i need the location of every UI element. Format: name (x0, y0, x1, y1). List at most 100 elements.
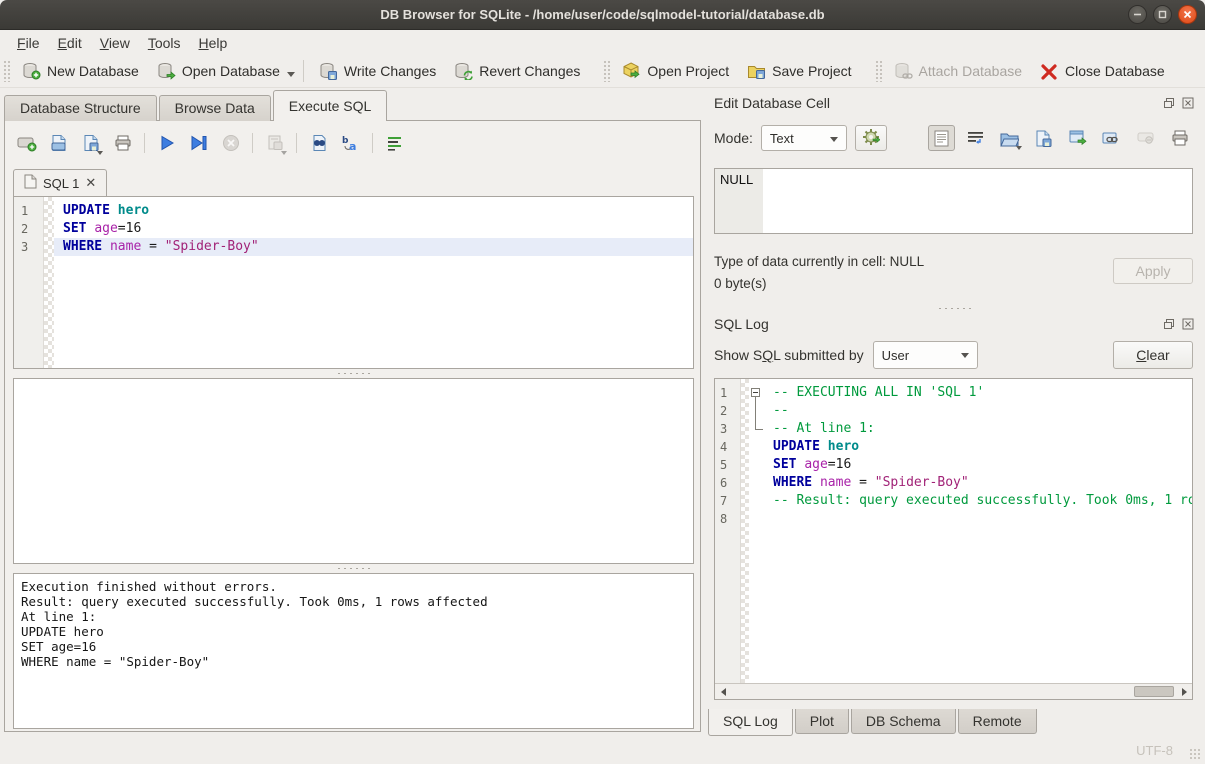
titlebar[interactable]: DB Browser for SQLite - /home/user/code/… (0, 0, 1205, 30)
results-log-splitter[interactable] (5, 564, 700, 573)
word-wrap-button[interactable] (381, 130, 408, 156)
print-button[interactable] (109, 130, 136, 156)
menu-help[interactable]: Help (190, 33, 237, 53)
attach-database-button[interactable]: Attach Database (885, 58, 1032, 84)
tab-remote[interactable]: Remote (958, 709, 1037, 734)
menu-edit[interactable]: Edit (49, 33, 91, 53)
float-dock-icon[interactable] (1162, 96, 1176, 110)
toolbar-drag-handle[interactable] (603, 60, 610, 82)
new-database-button[interactable]: New Database (13, 58, 148, 84)
fold-marker[interactable] (749, 492, 764, 510)
code-line[interactable]: SET age=16 (54, 220, 693, 238)
code-line[interactable]: -- At line 1: (764, 420, 1192, 438)
code-line[interactable]: WHERE name = "Spider-Boy" (764, 474, 1192, 492)
fold-marker[interactable] (749, 474, 764, 492)
import-dropdown-icon[interactable] (1016, 146, 1022, 150)
resize-grip[interactable] (1189, 748, 1202, 761)
tab-db-schema[interactable]: DB Schema (851, 709, 956, 734)
revert-changes-button[interactable]: Revert Changes (445, 58, 589, 84)
close-dock-icon[interactable] (1181, 96, 1195, 110)
import-cell-icon[interactable] (996, 125, 1023, 151)
open-sql-tab-button[interactable] (13, 130, 40, 156)
text-mode-icon[interactable] (928, 125, 955, 151)
open-sql-file-button[interactable] (45, 130, 72, 156)
clear-log-button[interactable]: Clear (1113, 341, 1193, 369)
sql-editor-code[interactable]: UPDATE heroSET age=16WHERE name = "Spide… (54, 197, 693, 368)
menu-view[interactable]: View (91, 33, 139, 53)
sql-file-tab[interactable]: SQL 1 ✕ (13, 169, 107, 196)
code-line[interactable] (764, 510, 1192, 528)
fold-marker[interactable] (749, 510, 764, 528)
tab-database-structure[interactable]: Database Structure (4, 95, 157, 121)
close-icon[interactable] (1178, 5, 1197, 24)
apply-button[interactable]: Apply (1113, 258, 1193, 284)
save-sql-dropdown-icon[interactable] (97, 151, 103, 155)
cell-value-editor[interactable]: NULL (714, 168, 1193, 234)
sql-log-view[interactable]: 12345678 -- EXECUTING ALL IN 'SQL 1'----… (714, 378, 1193, 700)
cell-edit-area[interactable] (763, 169, 1192, 233)
scroll-right-icon[interactable] (1176, 684, 1192, 699)
export-cell-icon[interactable] (1030, 125, 1057, 151)
code-line[interactable]: -- Result: query executed successfully. … (764, 492, 1192, 510)
stop-button[interactable] (217, 130, 244, 156)
sql-log-fold-margin[interactable] (749, 379, 764, 699)
tab-browse-data[interactable]: Browse Data (159, 95, 271, 121)
code-line[interactable]: WHERE name = "Spider-Boy" (54, 238, 693, 256)
save-project-button[interactable]: Save Project (738, 58, 860, 84)
results-grid[interactable] (13, 378, 694, 564)
code-line[interactable]: UPDATE hero (54, 202, 693, 220)
word-wrap-cell-icon[interactable] (962, 125, 989, 151)
sql-editor[interactable]: 123 UPDATE heroSET age=16WHERE name = "S… (13, 196, 694, 369)
print-cell-icon[interactable] (1166, 125, 1193, 151)
auto-switch-mode-button[interactable] (855, 125, 887, 151)
fold-marker[interactable] (749, 456, 764, 474)
dock-splitter[interactable] (706, 304, 1201, 313)
open-in-window-icon[interactable] (1064, 125, 1091, 151)
menu-file[interactable]: File (8, 33, 49, 53)
menu-tools[interactable]: Tools (139, 33, 190, 53)
fold-marker[interactable] (749, 438, 764, 456)
tab-plot[interactable]: Plot (795, 709, 849, 734)
set-null-icon[interactable] (1132, 125, 1159, 151)
tab-execute-sql[interactable]: Execute SQL (273, 90, 388, 121)
scroll-track[interactable] (731, 684, 1176, 699)
sql-log-code[interactable]: -- EXECUTING ALL IN 'SQL 1'---- At line … (764, 379, 1192, 699)
save-results-dropdown-icon[interactable] (281, 151, 287, 155)
float-dock-icon[interactable] (1162, 317, 1176, 331)
code-line[interactable]: -- EXECUTING ALL IN 'SQL 1' (764, 384, 1192, 402)
open-project-button[interactable]: Open Project (613, 58, 738, 84)
execute-current-line-button[interactable] (185, 130, 212, 156)
format-sql-button[interactable]: ba (337, 130, 364, 156)
code-line[interactable]: -- (764, 402, 1192, 420)
toolbar-drag-handle[interactable] (3, 60, 10, 82)
fold-marker[interactable] (749, 384, 764, 402)
scroll-thumb[interactable] (1134, 686, 1174, 697)
cell-mode-select[interactable]: Text (761, 125, 847, 151)
execution-status-log[interactable]: Execution finished without errors. Resul… (13, 573, 694, 729)
fold-marker[interactable] (749, 420, 764, 438)
open-project-icon (622, 62, 641, 80)
tab-sql-log[interactable]: SQL Log (708, 709, 793, 736)
link-icon[interactable] (1098, 125, 1125, 151)
tab-close-icon[interactable]: ✕ (85, 175, 96, 191)
encoding-indicator[interactable]: UTF-8 (1136, 743, 1173, 758)
maximize-icon[interactable] (1153, 5, 1172, 24)
write-changes-button[interactable]: Write Changes (310, 58, 445, 84)
save-sql-file-button[interactable] (77, 130, 104, 156)
editor-results-splitter[interactable] (5, 369, 700, 378)
submitted-by-select[interactable]: User (873, 341, 978, 369)
save-results-button[interactable] (261, 130, 288, 156)
close-dock-icon[interactable] (1181, 317, 1195, 331)
code-line[interactable]: UPDATE hero (764, 438, 1192, 456)
close-database-button[interactable]: Close Database (1031, 58, 1174, 84)
find-replace-button[interactable] (305, 130, 332, 156)
sql-log-hscrollbar[interactable] (715, 683, 1192, 699)
fold-marker[interactable] (749, 402, 764, 420)
toolbar-drag-handle[interactable] (875, 60, 882, 82)
minimize-icon[interactable] (1128, 5, 1147, 24)
code-line[interactable]: SET age=16 (764, 456, 1192, 474)
open-database-dropdown-icon[interactable] (287, 72, 295, 77)
scroll-left-icon[interactable] (715, 684, 731, 699)
open-database-button[interactable]: Open Database (148, 58, 289, 84)
execute-all-button[interactable] (153, 130, 180, 156)
